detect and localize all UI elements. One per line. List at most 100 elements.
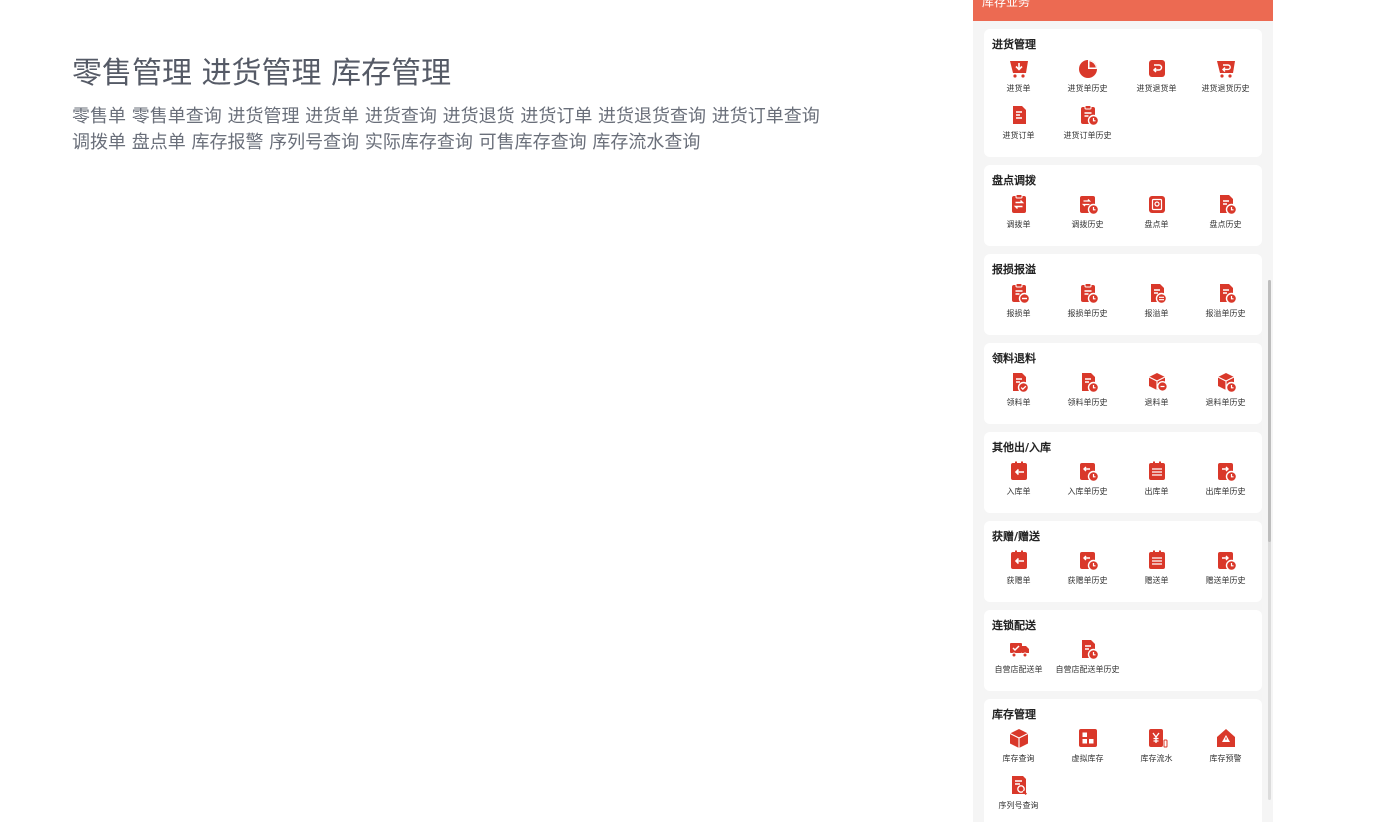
- menu-item-label: 赠送单: [1144, 576, 1169, 585]
- gift-out-clock-icon: [1217, 552, 1237, 571]
- return-box-icon: [1148, 60, 1165, 77]
- menu-item-label: 库存预警: [1209, 754, 1242, 763]
- menu-item-label: 进货订单: [1002, 131, 1035, 140]
- menu-item[interactable]: 虚拟库存: [1053, 727, 1122, 774]
- menu-item-label: 调拨历史: [1071, 220, 1104, 229]
- document-icon: [1012, 106, 1026, 124]
- cart-return-icon: [1216, 61, 1235, 78]
- intro-title: 零售管理 进货管理 库存管理: [72, 56, 452, 91]
- menu-item-label: 获赠单历史: [1067, 576, 1108, 585]
- document-clock-icon: [1219, 195, 1237, 215]
- menu-item-label: 报溢单历史: [1205, 309, 1246, 318]
- document-check-icon: [1012, 373, 1029, 393]
- section-title: 盘点调拨: [992, 174, 1036, 187]
- menu-item[interactable]: 入库单: [984, 460, 1053, 507]
- menu-item[interactable]: 调拨单: [984, 193, 1053, 240]
- intro-desc-line-1: 零售单 零售单查询 进货管理 进货单 进货查询 进货退货 进货订单 进货退货查询…: [72, 106, 820, 127]
- section-title: 连锁配送: [992, 619, 1036, 632]
- stock-out-icon: [1148, 461, 1165, 480]
- box-return-icon: [1148, 373, 1168, 392]
- menu-item[interactable]: 进货退货历史: [1191, 57, 1260, 104]
- menu-item[interactable]: 进货退货单: [1122, 57, 1191, 104]
- menu-item[interactable]: 获赠单: [984, 549, 1053, 596]
- intro-desc-line-2: 调拨单 盘点单 库存报警 序列号查询 实际库存查询 可售库存查询 库存流水查询: [72, 132, 701, 153]
- gift-in-icon: [1010, 550, 1027, 569]
- menu-item[interactable]: 序列号查询: [984, 774, 1053, 821]
- cart-down-icon: [1009, 61, 1028, 78]
- menu-item[interactable]: 盘点历史: [1191, 193, 1260, 240]
- section-grid: 库存查询 虚拟库存 库存流水 库存预警序列号查询: [984, 727, 1262, 821]
- menu-item[interactable]: 领料单历史: [1053, 371, 1122, 418]
- clipboard-clock-icon: [1080, 283, 1099, 304]
- box-clock-icon: [1217, 373, 1237, 393]
- menu-item-label: 虚拟库存: [1071, 754, 1104, 763]
- menu-item[interactable]: 进货单: [984, 57, 1053, 104]
- menu-item-label: 盘点历史: [1209, 220, 1242, 229]
- menu-item[interactable]: 领料单: [984, 371, 1053, 418]
- menu-item-label: 盘点单: [1144, 220, 1169, 229]
- stock-out-clock-icon: [1217, 463, 1237, 482]
- section-title: 获赠/赠送: [992, 530, 1041, 543]
- section-title: 进货管理: [992, 38, 1036, 51]
- menu-item[interactable]: 赠送单历史: [1191, 549, 1260, 596]
- clipboard-transfer-icon: [1011, 194, 1026, 213]
- menu-item[interactable]: 自营店配送单历史: [1053, 638, 1122, 685]
- menu-item[interactable]: 出库单历史: [1191, 460, 1260, 507]
- section-title: 库存管理: [992, 708, 1036, 721]
- menu-item-label: 进货单历史: [1067, 84, 1108, 93]
- inventory-check-icon: [1148, 196, 1165, 213]
- scrollbar-thumb[interactable]: [1268, 280, 1271, 542]
- menu-item-label: 进货订单历史: [1063, 131, 1112, 140]
- section-list: 进货管理进货单 进货单历史 进货退货单 进货退货历史进货订单 进货订单历史盘点调拨调拨单…: [984, 29, 1262, 822]
- section-card: 报损报溢 报损单 报损单历史 报溢单 报溢单历史: [984, 254, 1262, 335]
- section-card: 领料退料 领料单 领料单历史 退料单 退料单历史: [984, 343, 1262, 424]
- menu-item[interactable]: 退料单历史: [1191, 371, 1260, 418]
- warning-house-icon: [1216, 729, 1235, 747]
- section-grid: 调拨单 调拨历史 盘点单 盘点历史: [984, 193, 1262, 240]
- menu-item[interactable]: 入库单历史: [1053, 460, 1122, 507]
- box-icon: [1009, 729, 1028, 748]
- gift-out-icon: [1148, 550, 1165, 569]
- section-card: 盘点调拨调拨单 调拨历史 盘点单 盘点历史: [984, 165, 1262, 246]
- menu-item[interactable]: 进货订单: [984, 104, 1053, 151]
- menu-item[interactable]: 盘点单: [1122, 193, 1191, 240]
- menu-item[interactable]: 库存流水: [1122, 727, 1191, 774]
- menu-item[interactable]: 进货订单历史: [1053, 104, 1122, 151]
- menu-item[interactable]: 报溢单历史: [1191, 282, 1260, 329]
- intro-description: 零售单 零售单查询 进货管理 进货单 进货查询 进货退货 进货订单 进货退货查询…: [72, 104, 912, 156]
- menu-item[interactable]: 报溢单: [1122, 282, 1191, 329]
- section-card: 其他出/入库 入库单 入库单历史 出库单 出库单历史: [984, 432, 1262, 513]
- section-grid: 入库单 入库单历史 出库单 出库单历史: [984, 460, 1262, 507]
- menu-item[interactable]: 退料单: [1122, 371, 1191, 418]
- menu-item[interactable]: 库存预警: [1191, 727, 1260, 774]
- menu-item[interactable]: 自营店配送单: [984, 638, 1053, 685]
- section-grid: 报损单 报损单历史 报溢单 报溢单历史: [984, 282, 1262, 329]
- section-card: 进货管理进货单 进货单历史 进货退货单 进货退货历史进货订单 进货订单历史: [984, 29, 1262, 157]
- section-card: 库存管理库存查询 虚拟库存 库存流水 库存预警序列号查询: [984, 699, 1262, 822]
- inventory-panel[interactable]: 库存业务 进货管理进货单 进货单历史 进货退货单 进货退货历史进货订单 进货订单历史盘点…: [973, 0, 1273, 822]
- menu-item-label: 入库单历史: [1067, 487, 1108, 496]
- menu-item-label: 出库单: [1144, 487, 1169, 496]
- document-plus-icon: [1150, 284, 1167, 304]
- stock-in-clock-icon: [1079, 463, 1099, 482]
- menu-item-label: 自营店配送单历史: [1055, 665, 1120, 674]
- menu-item[interactable]: 获赠单历史: [1053, 549, 1122, 596]
- menu-item-label: 进货退货单: [1136, 84, 1177, 93]
- menu-item-label: 出库单历史: [1205, 487, 1246, 496]
- menu-item-label: 入库单: [1006, 487, 1031, 496]
- menu-item-label: 领料单: [1006, 398, 1031, 407]
- menu-item[interactable]: 出库单: [1122, 460, 1191, 507]
- menu-item-label: 进货退货历史: [1201, 84, 1250, 93]
- menu-item[interactable]: 赠送单: [1122, 549, 1191, 596]
- document-search-icon: [1011, 776, 1027, 796]
- menu-item-label: 赠送单历史: [1205, 576, 1246, 585]
- panel-header-title: 库存业务: [982, 0, 1031, 9]
- menu-item-label: 进货单: [1006, 84, 1031, 93]
- menu-item[interactable]: 库存查询: [984, 727, 1053, 774]
- menu-item[interactable]: 报损单历史: [1053, 282, 1122, 329]
- menu-item[interactable]: 调拨历史: [1053, 193, 1122, 240]
- menu-item[interactable]: 报损单: [984, 282, 1053, 329]
- section-card: 获赠/赠送获赠单 获赠单历史 赠送单 赠送单历史: [984, 521, 1262, 602]
- menu-item[interactable]: 进货单历史: [1053, 57, 1122, 104]
- page: 零售管理 进货管理 库存管理 零售单 零售单查询 进货管理 进货单 进货查询 进…: [0, 0, 1378, 822]
